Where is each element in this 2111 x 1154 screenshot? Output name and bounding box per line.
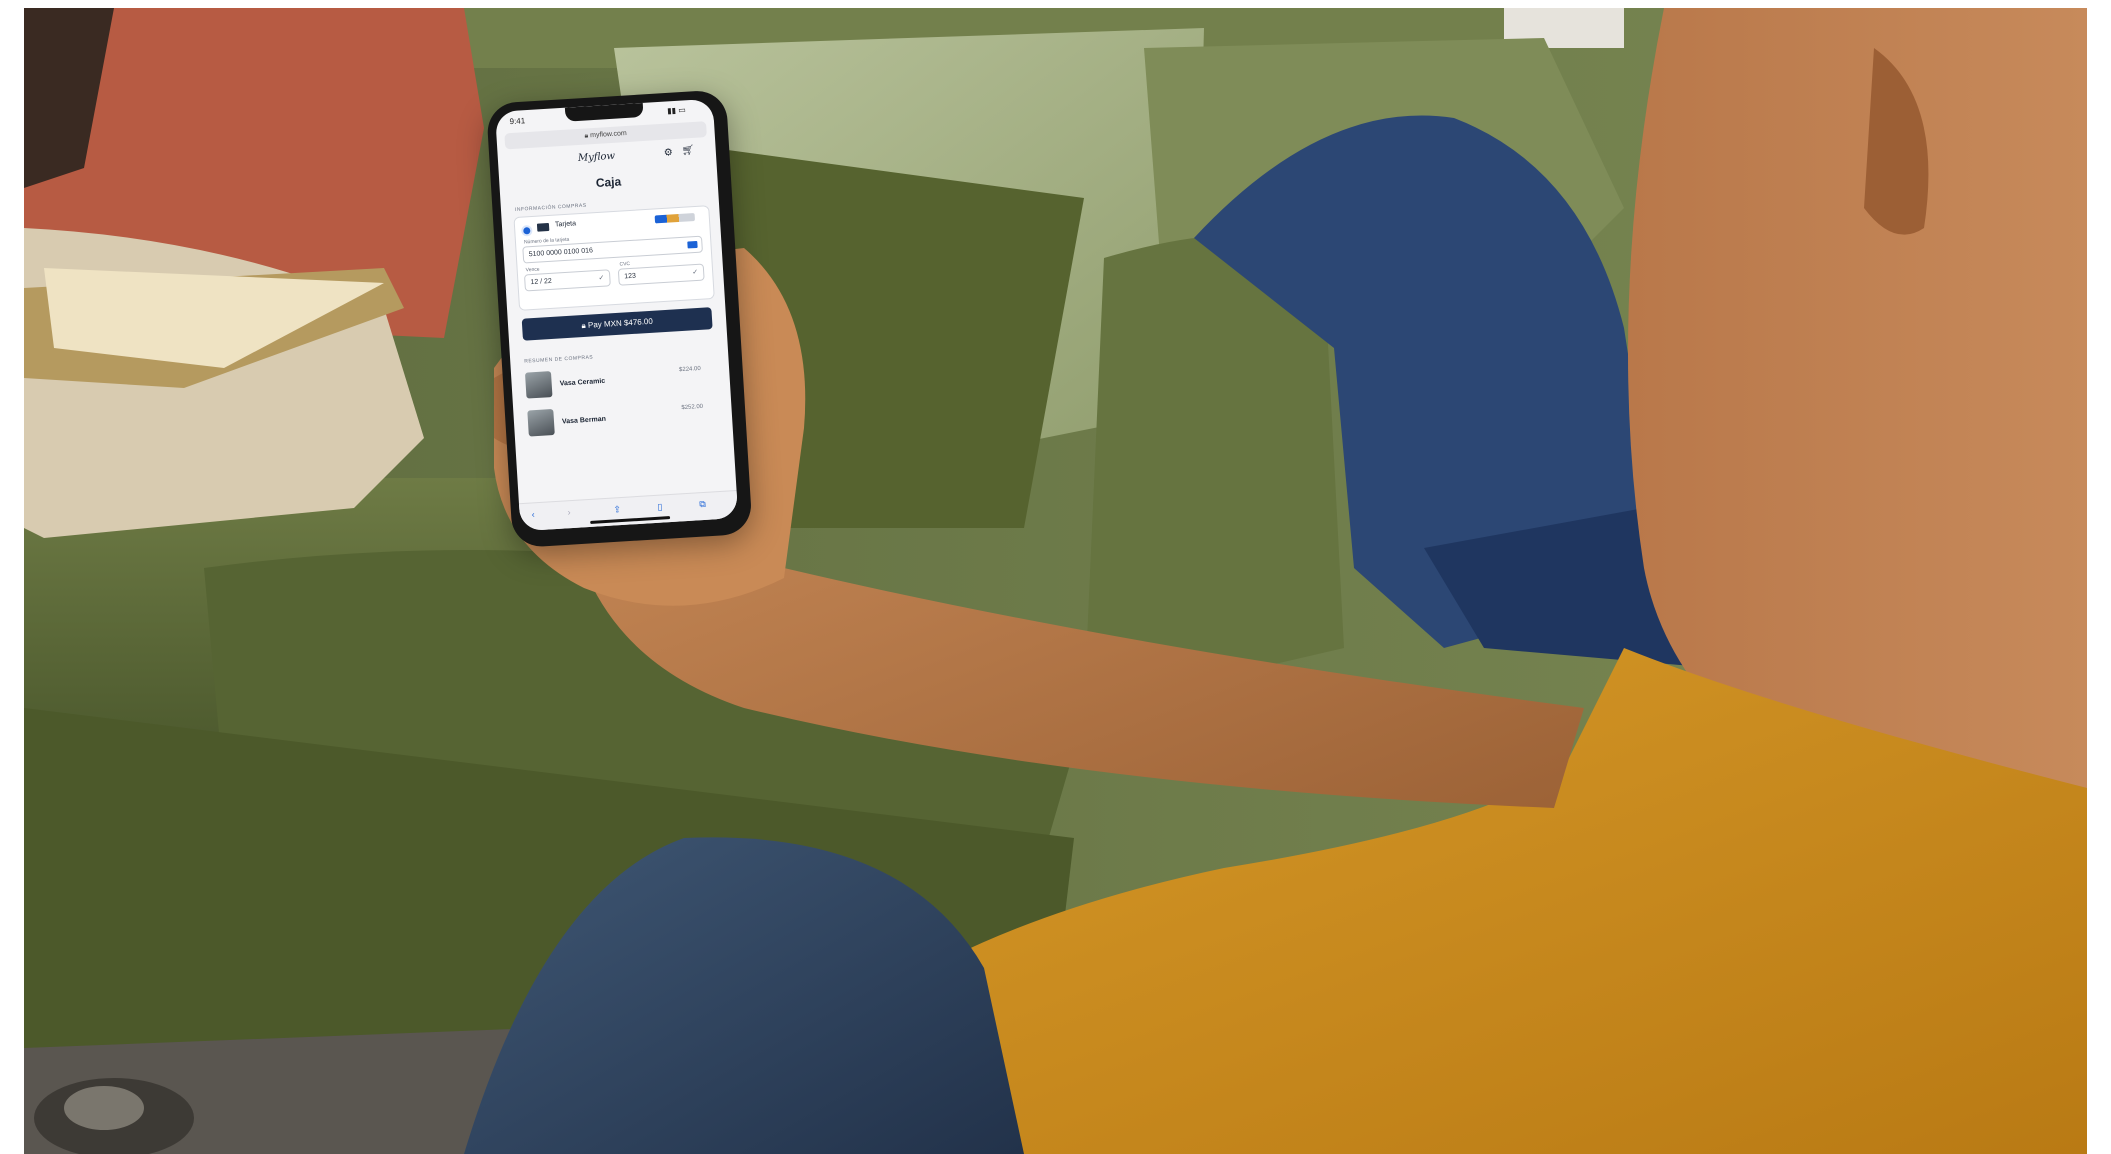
- product-thumbnail: [524, 371, 553, 399]
- share-icon[interactable]: ⇪: [613, 504, 621, 515]
- cvc-label: CVC: [619, 261, 631, 268]
- summary-label: Resumen de compras: [524, 354, 594, 365]
- expiry-label: Vence: [525, 266, 540, 274]
- expiry-value: 12 / 22: [530, 277, 553, 287]
- check-icon: ✓: [692, 268, 699, 277]
- lock-icon: 🔒︎: [584, 132, 589, 140]
- settings-icon[interactable]: ⚙: [663, 147, 673, 159]
- item-price: $252.00: [681, 403, 704, 412]
- item-price: $224.00: [678, 365, 701, 374]
- store-logo[interactable]: Myflow: [578, 151, 616, 164]
- signal-battery-icon: ▮▮ ▭: [666, 105, 687, 116]
- url-bar[interactable]: 🔒︎ myflow.com: [504, 121, 707, 150]
- tabs-icon[interactable]: ⧉: [699, 499, 706, 510]
- item-name: Vasa Berman: [561, 415, 607, 426]
- card-brand-icons: [654, 213, 696, 224]
- bookmarks-icon[interactable]: ▯: [657, 502, 663, 513]
- pay-button[interactable]: 🔒︎ Pay MXN $476.00: [521, 307, 713, 341]
- card-icon: [536, 222, 550, 232]
- payment-radio[interactable]: [520, 224, 533, 237]
- cvc-value: 123: [624, 272, 637, 281]
- payment-section-label: Información compras: [514, 202, 587, 213]
- page-title: Caja: [595, 174, 622, 190]
- photo-scene: 9:41 ▮▮ ▭ 🔒︎ myflow.com Myflow ⚙ 🛒︎ Caja…: [24, 8, 2087, 1154]
- cvc-input[interactable]: 123 ✓: [617, 263, 705, 286]
- status-time: 9:41: [509, 116, 526, 127]
- check-icon: ✓: [598, 274, 605, 282]
- cart-icon[interactable]: 🛒︎: [681, 145, 694, 157]
- phone-screen: 9:41 ▮▮ ▭ 🔒︎ myflow.com Myflow ⚙ 🛒︎ Caja…: [495, 98, 739, 532]
- payment-card-form: Tarjeta Número de la tarjeta 5100 0000 0…: [513, 205, 715, 311]
- product-thumbnail: [527, 408, 555, 437]
- back-icon[interactable]: ‹: [531, 509, 535, 519]
- card-number-value: 5100 0000 0100 016: [528, 247, 594, 259]
- payment-method-label: Tarjeta: [554, 220, 577, 229]
- lock-icon: 🔒︎: [581, 320, 587, 331]
- pay-button-label: Pay MXN $476.00: [587, 316, 654, 330]
- scene-background: [24, 8, 2087, 1154]
- card-badge-icon: [687, 240, 698, 249]
- url-text: myflow.com: [589, 130, 627, 140]
- forward-icon[interactable]: ›: [567, 507, 571, 517]
- item-name: Vasa Ceramic: [559, 377, 606, 388]
